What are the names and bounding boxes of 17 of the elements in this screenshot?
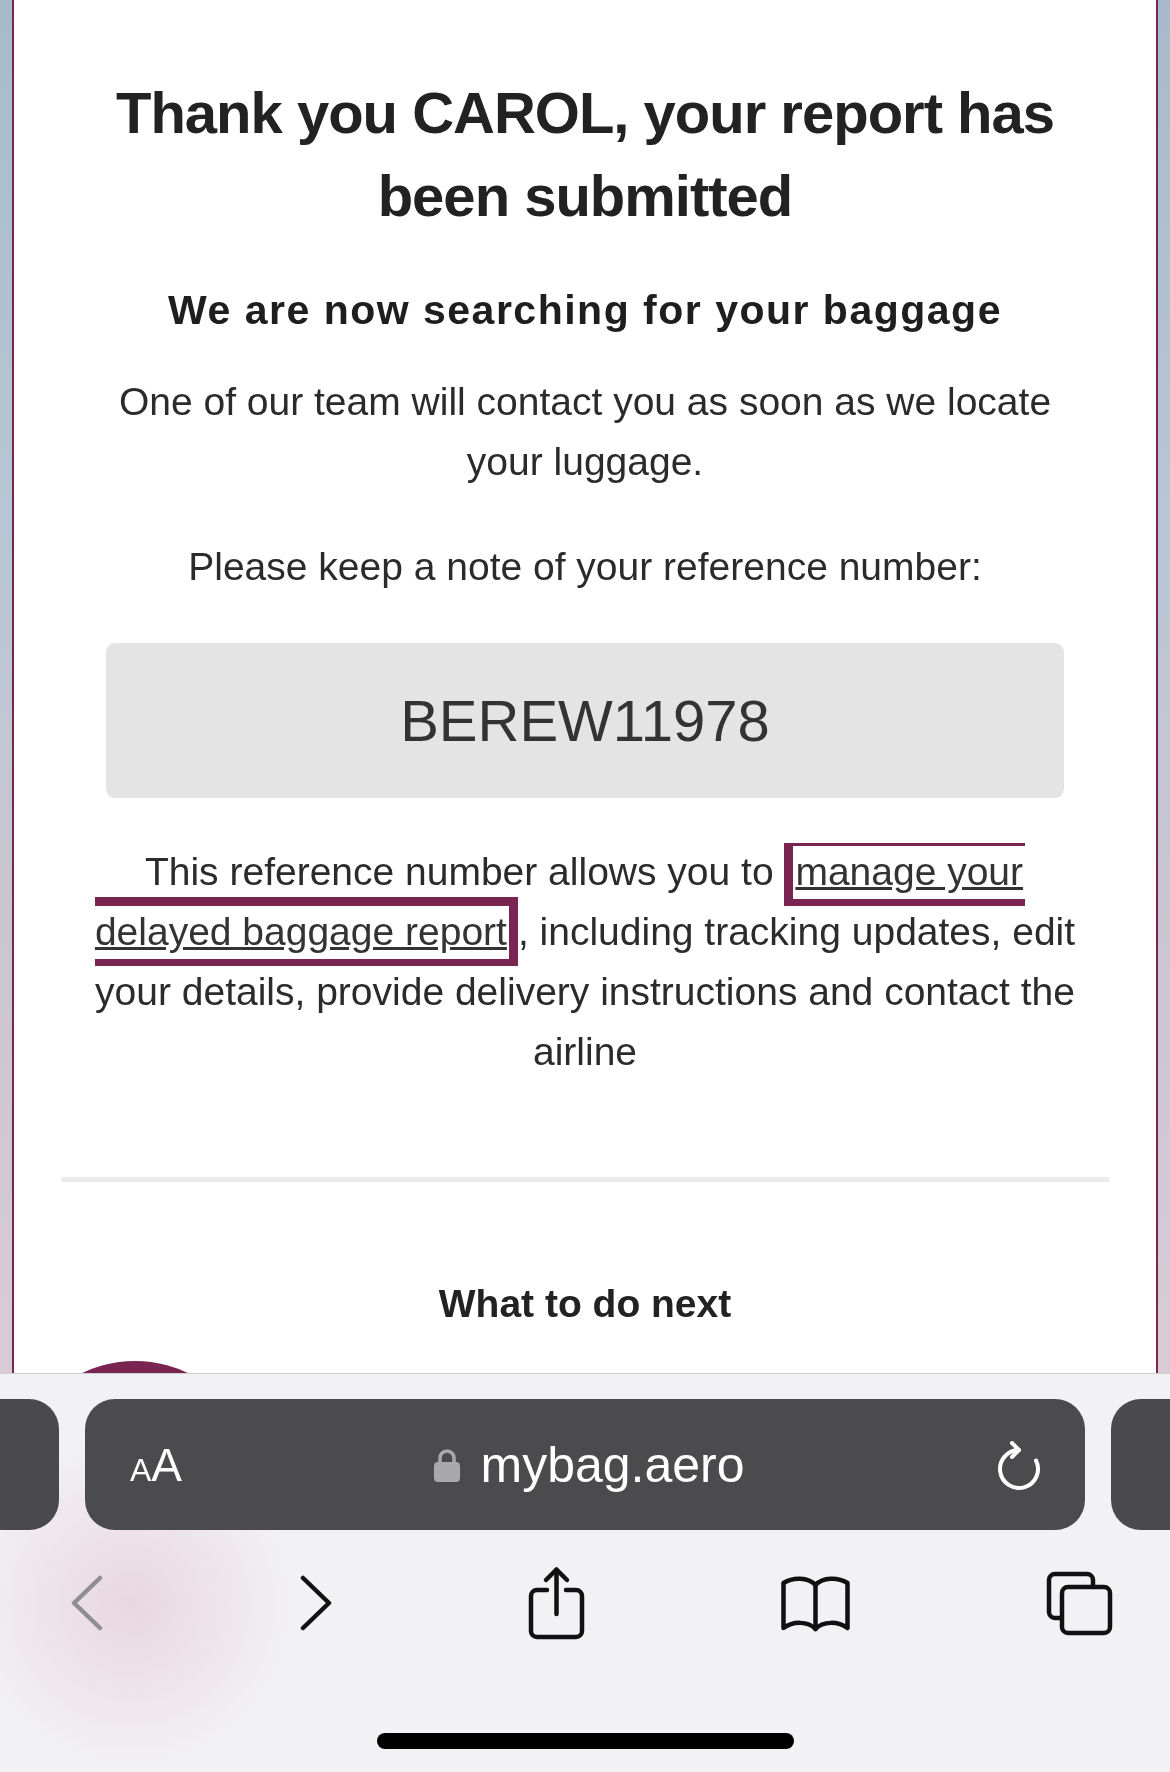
reference-info-text: This reference number allows you to manage your delayed baggage report , including tracking updates, edit your details, provide delivery instructions and contact the airline (66, 842, 1104, 1082)
book-icon[interactable] (780, 1574, 851, 1632)
reload-icon[interactable] (997, 1438, 1042, 1491)
forward-icon[interactable] (299, 1575, 333, 1631)
subtitle-text: We are now searching for your baggage (168, 286, 1002, 335)
message-text: One of our team will contact you as soon as we locate your luggage. (117, 379, 1053, 485)
page-title: Thank you CAROL, your report has been submitted (115, 79, 1055, 230)
address-bar[interactable]: AA mybag.aero (85, 1399, 1085, 1530)
reference-number-display: BEREW11978 (106, 643, 1064, 798)
manage-report-link[interactable]: delayed baggage report (94, 897, 518, 966)
text-size-button[interactable]: AA (130, 1441, 183, 1488)
url-text[interactable]: mybag.aero (480, 1439, 745, 1490)
share-icon[interactable] (528, 1566, 585, 1640)
section-heading: What to do next (438, 1281, 732, 1327)
reference-prompt-text: Please keep a note of your reference number: (188, 544, 982, 590)
manage-report-link[interactable]: manage your (784, 843, 1026, 906)
tabs-icon[interactable] (1046, 1570, 1113, 1636)
